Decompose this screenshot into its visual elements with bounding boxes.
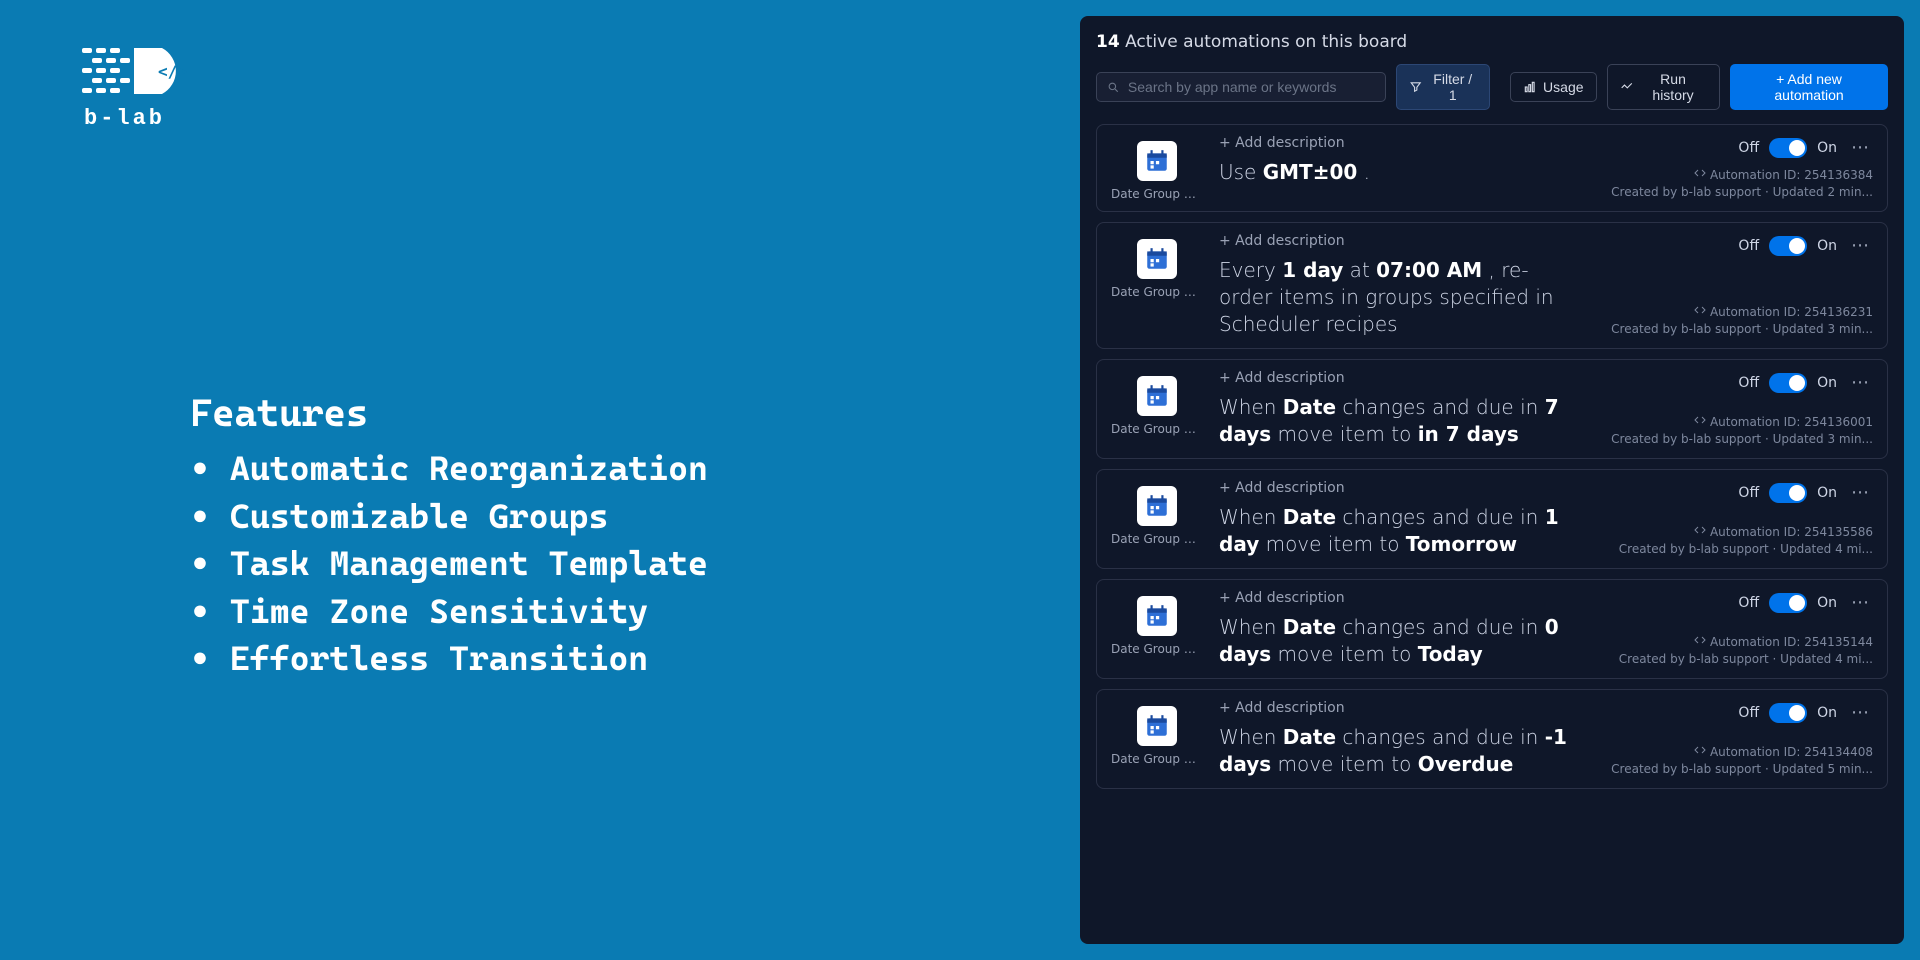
automation-card[interactable]: Date Group Ma... + Add description When … xyxy=(1096,469,1888,569)
feature-item: Task Management Template xyxy=(190,540,1080,588)
automation-sentence: Every 1 day at 07:00 AM , re-order items… xyxy=(1219,257,1577,338)
usage-icon xyxy=(1523,80,1537,94)
add-description-button[interactable]: + Add description xyxy=(1219,370,1577,386)
toggle-on-label: On xyxy=(1817,595,1837,611)
code-icon xyxy=(1694,167,1706,184)
app-name: Date Group Ma... xyxy=(1111,532,1203,546)
toggle-off-label: Off xyxy=(1738,705,1759,721)
automation-sentence: When Date changes and due in 7 days move… xyxy=(1219,394,1577,448)
toggle-on-label: On xyxy=(1817,705,1837,721)
more-menu-button[interactable]: ⋯ xyxy=(1847,700,1873,725)
app-name: Date Group Ma... xyxy=(1111,642,1203,656)
add-description-button[interactable]: + Add description xyxy=(1219,233,1577,249)
toggle-off-label: Off xyxy=(1738,375,1759,391)
automation-meta: Automation ID: 254135586 Created by b-la… xyxy=(1619,524,1873,558)
code-icon xyxy=(1694,744,1706,761)
svg-text:</>: </> xyxy=(158,62,187,81)
app-name: Date Group Ma... xyxy=(1111,422,1203,436)
app-icon xyxy=(1137,706,1177,746)
filter-button[interactable]: Filter / 1 xyxy=(1396,64,1490,110)
automation-toggle[interactable] xyxy=(1769,138,1807,158)
more-menu-button[interactable]: ⋯ xyxy=(1847,480,1873,505)
toggle-off-label: Off xyxy=(1738,485,1759,501)
automation-sentence: When Date changes and due in 0 days move… xyxy=(1219,614,1577,668)
code-icon xyxy=(1694,414,1706,431)
toggle-off-label: Off xyxy=(1738,595,1759,611)
features-title: Features xyxy=(190,391,1080,435)
automation-meta: Automation ID: 254135144 Created by b-la… xyxy=(1619,634,1873,668)
app-name: Date Group Ma... xyxy=(1111,285,1203,299)
filter-icon xyxy=(1409,80,1422,94)
automation-card[interactable]: Date Group Ma... + Add description Every… xyxy=(1096,222,1888,349)
features-list: Automatic Reorganization Customizable Gr… xyxy=(190,445,1080,683)
search-input[interactable] xyxy=(1128,79,1375,95)
feature-item: Automatic Reorganization xyxy=(190,445,1080,493)
add-automation-button[interactable]: + Add new automation xyxy=(1730,64,1888,110)
code-icon xyxy=(1694,304,1706,321)
automation-card[interactable]: Date Group Ma... + Add description When … xyxy=(1096,689,1888,789)
toggle-off-label: Off xyxy=(1738,140,1759,156)
automation-meta: Automation ID: 254136384 Created by b-la… xyxy=(1611,167,1873,201)
logo: </> b-lab xyxy=(50,40,1080,131)
automation-toggle[interactable] xyxy=(1769,483,1807,503)
run-history-button[interactable]: Run history xyxy=(1607,64,1721,110)
toggle-off-label: Off xyxy=(1738,238,1759,254)
automation-card[interactable]: Date Group Ma... + Add description Use G… xyxy=(1096,124,1888,212)
add-description-button[interactable]: + Add description xyxy=(1219,480,1577,496)
search-input-wrap[interactable] xyxy=(1096,72,1386,102)
more-menu-button[interactable]: ⋯ xyxy=(1847,370,1873,395)
automation-toggle[interactable] xyxy=(1769,373,1807,393)
automation-meta: Automation ID: 254136231 Created by b-la… xyxy=(1611,304,1873,338)
app-name: Date Group Ma... xyxy=(1111,187,1203,201)
automations-panel: 14 Active automations on this board Filt… xyxy=(1080,16,1904,944)
automation-sentence: When Date changes and due in -1 days mov… xyxy=(1219,724,1577,778)
add-description-button[interactable]: + Add description xyxy=(1219,135,1577,151)
automation-toggle[interactable] xyxy=(1769,593,1807,613)
toggle-on-label: On xyxy=(1817,238,1837,254)
feature-item: Effortless Transition xyxy=(190,635,1080,683)
toggle-on-label: On xyxy=(1817,375,1837,391)
add-description-button[interactable]: + Add description xyxy=(1219,590,1577,606)
logo-icon: </> xyxy=(50,40,190,100)
app-icon xyxy=(1137,141,1177,181)
app-icon xyxy=(1137,596,1177,636)
automation-meta: Automation ID: 254134408 Created by b-la… xyxy=(1611,744,1873,778)
toggle-on-label: On xyxy=(1817,485,1837,501)
automation-toggle[interactable] xyxy=(1769,236,1807,256)
app-icon xyxy=(1137,486,1177,526)
toggle-on-label: On xyxy=(1817,140,1837,156)
add-description-button[interactable]: + Add description xyxy=(1219,700,1577,716)
more-menu-button[interactable]: ⋯ xyxy=(1847,233,1873,258)
app-name: Date Group Ma... xyxy=(1111,752,1203,766)
automation-card[interactable]: Date Group Ma... + Add description When … xyxy=(1096,579,1888,679)
code-icon xyxy=(1694,634,1706,651)
feature-item: Customizable Groups xyxy=(190,493,1080,541)
more-menu-button[interactable]: ⋯ xyxy=(1847,590,1873,615)
code-icon xyxy=(1694,524,1706,541)
brand-text: b-lab xyxy=(84,106,165,131)
automation-toggle[interactable] xyxy=(1769,703,1807,723)
usage-button[interactable]: Usage xyxy=(1510,72,1596,102)
app-icon xyxy=(1137,376,1177,416)
automations-count: 14 Active automations on this board xyxy=(1096,32,1888,52)
automation-meta: Automation ID: 254136001 Created by b-la… xyxy=(1611,414,1873,448)
automation-sentence: When Date changes and due in 1 day move … xyxy=(1219,504,1577,558)
app-icon xyxy=(1137,239,1177,279)
automation-sentence: Use GMT±00 . xyxy=(1219,159,1577,186)
feature-item: Time Zone Sensitivity xyxy=(190,588,1080,636)
history-icon xyxy=(1620,80,1633,94)
more-menu-button[interactable]: ⋯ xyxy=(1847,135,1873,160)
automation-card[interactable]: Date Group Ma... + Add description When … xyxy=(1096,359,1888,459)
search-icon xyxy=(1107,80,1120,94)
